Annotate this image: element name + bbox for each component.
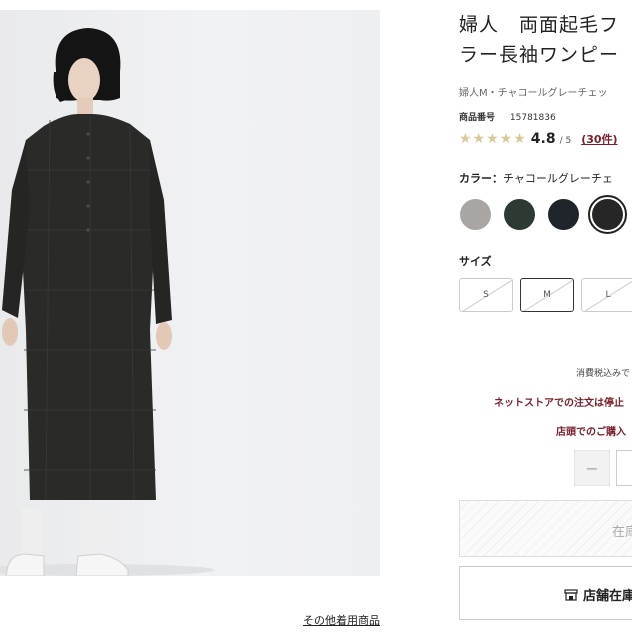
other-items-link[interactable]: その他着用商品: [303, 612, 380, 628]
quantity-input[interactable]: [616, 450, 632, 486]
quantity-minus-button[interactable]: −: [574, 450, 610, 486]
color-swatches: [460, 195, 627, 234]
netstore-notice: ネットストアでの注文は停止: [494, 398, 624, 409]
tax-note: 消費税込みで: [576, 369, 631, 379]
stock-button-label: 在庫: [612, 525, 632, 540]
color-value: チャコールグレーチェ: [503, 172, 613, 185]
rating-score: 4.8: [530, 131, 556, 147]
product-code: 商品番号 15781836: [459, 110, 556, 123]
color-selector-label: カラー：チャコールグレーチェ: [459, 170, 613, 186]
size-button-s[interactable]: S: [459, 278, 513, 312]
product-title: 婦人 両面起毛フ ラー長袖ワンピー: [459, 10, 632, 70]
color-swatch-charcoal-check[interactable]: [588, 195, 627, 234]
star-rating-icon: ★★★★★: [459, 131, 527, 147]
size-button-m[interactable]: M: [520, 278, 574, 312]
store-stock-label: 店舗在庫: [583, 589, 632, 604]
product-code-label: 商品番号: [459, 113, 496, 123]
size-label-s: S: [483, 290, 489, 300]
product-code-value: 15781836: [509, 113, 556, 123]
title-line-1: 婦人 両面起毛フ: [459, 14, 620, 36]
rating: ★★★★★ 4.8 / 5 (30件): [459, 131, 618, 147]
size-label-m: M: [543, 290, 551, 300]
size-label-l: L: [605, 290, 611, 300]
title-line-2: ラー長袖ワンピー: [459, 44, 620, 66]
color-swatch-grey[interactable]: [460, 199, 491, 230]
review-count-link[interactable]: (30件): [581, 131, 617, 147]
store-stock-button[interactable]: 店舗在庫: [459, 566, 632, 620]
size-button-l[interactable]: L: [581, 278, 632, 312]
color-swatch-dark-green[interactable]: [504, 199, 535, 230]
size-selector: S M L: [459, 278, 632, 312]
in-store-notice: 店頭でのご購入: [556, 427, 626, 438]
product-photo: [0, 10, 380, 576]
color-label: カラー：: [459, 172, 503, 185]
size-label: サイズ: [459, 255, 492, 268]
store-icon: [564, 588, 578, 601]
model-figure: [0, 28, 215, 576]
product-subtitle: 婦人M・チャコールグレーチェッ: [459, 88, 608, 99]
rating-outof: / 5: [559, 136, 572, 146]
stock-button[interactable]: 在庫: [459, 500, 632, 557]
color-swatch-navy[interactable]: [548, 199, 579, 230]
